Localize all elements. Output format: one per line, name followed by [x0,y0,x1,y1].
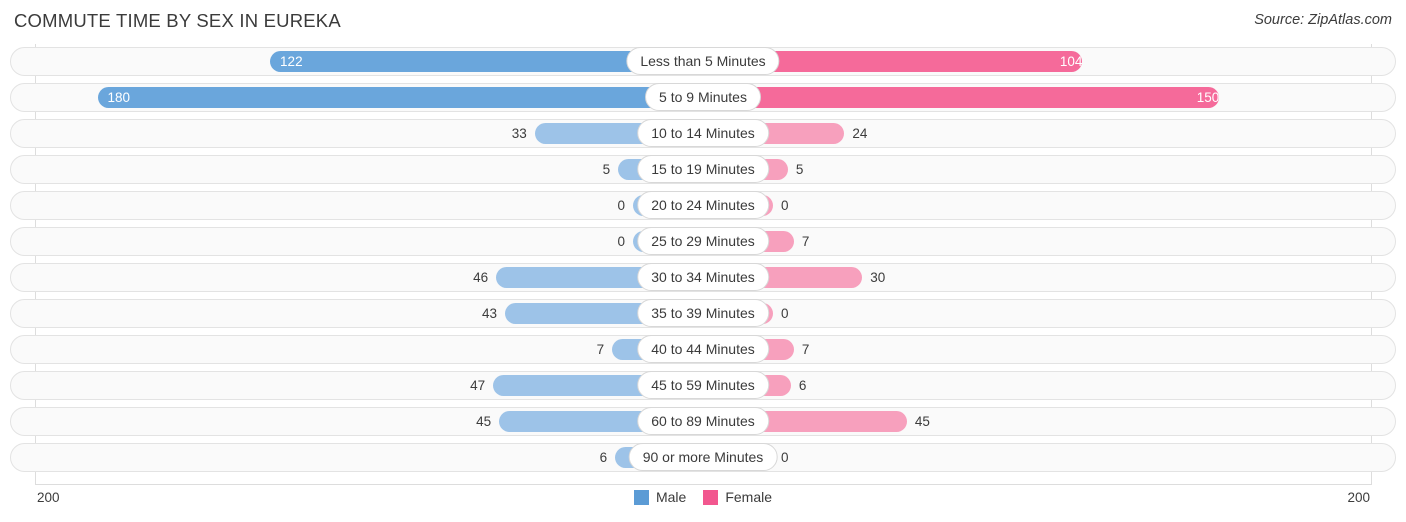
category-label: 45 to 59 Minutes [637,371,769,399]
value-label-female: 6 [798,378,807,393]
legend-swatch-female-icon [703,489,719,505]
value-label-female: 7 [801,234,810,249]
value-label-female: 24 [852,126,868,141]
axis-separator [35,484,1372,485]
chart-row: 43 0 35 to 39 Minutes [0,296,1406,332]
category-label: 30 to 34 Minutes [637,263,769,291]
value-label-male: 6 [599,450,608,465]
category-label: 40 to 44 Minutes [637,335,769,363]
chart-row: 0 7 25 to 29 Minutes [0,224,1406,260]
chart-row: 122 104 Less than 5 Minutes [0,44,1406,80]
value-label-male: 5 [602,162,611,177]
chart-plot-area: 122 104 Less than 5 Minutes 180 150 5 to 9 Mi… [0,44,1406,484]
chart-row: 45 45 60 to 89 Minutes [0,404,1406,440]
value-label-male: 47 [470,378,486,393]
value-label-male: 0 [617,198,625,213]
category-label: 90 or more Minutes [628,443,778,471]
chart-row: 5 5 15 to 19 Minutes [0,152,1406,188]
value-label-male: 43 [482,306,498,321]
legend-item-male[interactable]: Male [633,489,687,505]
chart-row: 6 0 90 or more Minutes [0,440,1406,476]
legend-label-male: Male [655,489,687,505]
category-label: Less than 5 Minutes [626,47,780,75]
value-label-male: 45 [476,414,492,429]
value-label-female: 5 [795,162,804,177]
page-title: COMMUTE TIME BY SEX IN EUREKA [14,10,341,31]
chart-row: 7 7 40 to 44 Minutes [0,332,1406,368]
value-label-male: 33 [511,126,527,141]
value-label-male: 7 [596,342,605,357]
value-label-male: 46 [473,270,489,285]
chart-row: 180 150 5 to 9 Minutes [0,80,1406,116]
value-label-female: 0 [781,450,789,465]
source-attribution: Source: ZipAtlas.com [1254,12,1392,28]
chart-row: 0 0 20 to 24 Minutes [0,188,1406,224]
chart-footer: 200 200 Male Female [0,484,1406,522]
category-label: 10 to 14 Minutes [637,119,769,147]
chart-row: 46 30 30 to 34 Minutes [0,260,1406,296]
category-label: 20 to 24 Minutes [637,191,769,219]
chart-row: 33 24 10 to 14 Minutes [0,116,1406,152]
value-label-female: 7 [801,342,810,357]
category-label: 25 to 29 Minutes [637,227,769,255]
legend-swatch-male-icon [633,489,649,505]
value-label-female: 45 [914,414,930,429]
value-label-female: 150 [1196,90,1220,105]
chart-header: COMMUTE TIME BY SEX IN EUREKA Source: Zi… [0,0,1406,42]
value-label-female: 30 [870,270,886,285]
legend-label-female: Female [725,489,773,505]
category-label: 60 to 89 Minutes [637,407,769,435]
value-label-female: 0 [781,306,789,321]
legend-item-female[interactable]: Female [703,489,772,505]
value-label-male: 0 [617,234,625,249]
value-label-female: 0 [781,198,789,213]
chart-row: 47 6 45 to 59 Minutes [0,368,1406,404]
chart-legend: Male Female [0,489,1406,505]
category-label: 35 to 39 Minutes [637,299,769,327]
category-label: 5 to 9 Minutes [645,83,761,111]
category-label: 15 to 19 Minutes [637,155,769,183]
value-label-male: 180 [107,90,131,105]
